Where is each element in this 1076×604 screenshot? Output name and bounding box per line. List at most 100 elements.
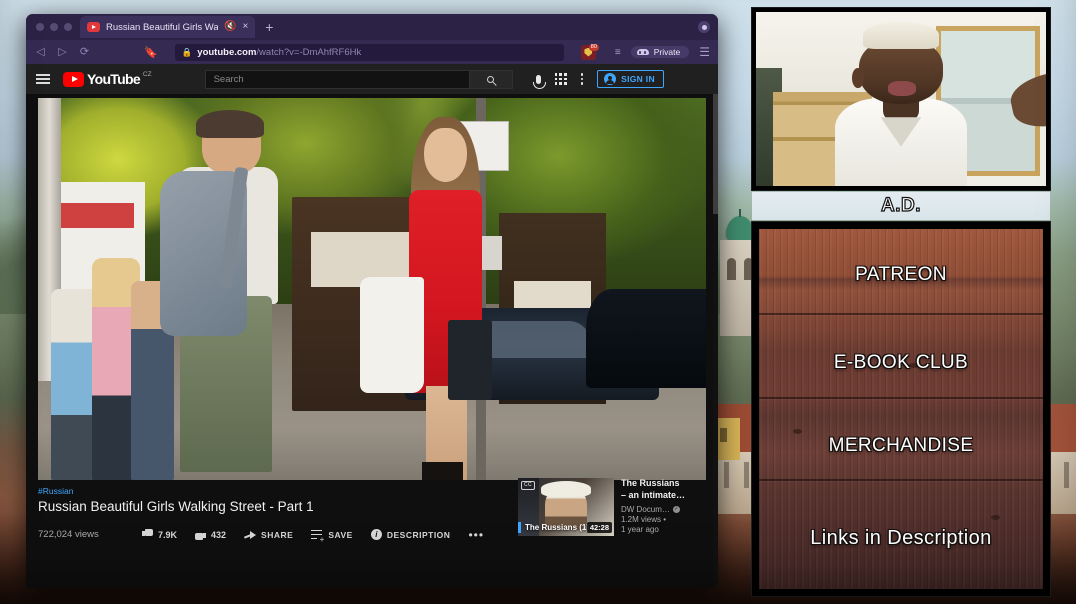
- youtube-wordmark: YouTube: [87, 70, 141, 87]
- suggested-thumbnail[interactable]: CC The Russians (1) 42:28: [518, 478, 614, 536]
- suggested-caption-text: The Russians (1): [525, 523, 590, 532]
- video-action-row: 722,024 views 7.9K 432 SHARE + SAVE i DE…: [38, 529, 498, 544]
- youtube-play-icon: [63, 71, 84, 87]
- links-panel-rows: PATREON E-BOOK CLUB MERCHANDISE Links in…: [759, 229, 1043, 589]
- address-bar-url: youtube.com/watch?v=-DmAhfRF6Hk: [197, 47, 361, 58]
- suggested-view-count: 1.2M views •: [621, 515, 667, 524]
- country-code-label: CZ: [142, 70, 152, 78]
- extension-badge-count: 80: [588, 43, 599, 51]
- forward-button[interactable]: ▷: [56, 46, 69, 58]
- thumbs-down-icon: [195, 529, 207, 540]
- mask-icon: [636, 49, 649, 55]
- share-icon: [244, 529, 257, 540]
- kebab-menu-icon[interactable]: [580, 73, 584, 85]
- hamburger-icon[interactable]: [36, 74, 50, 84]
- description-label: DESCRIPTION: [386, 529, 451, 540]
- speaker-initials: A.D.: [880, 194, 921, 216]
- video-woman-in-red-dress: [359, 117, 499, 480]
- merchandise-label: MERCHANDISE: [828, 435, 974, 456]
- suggested-video-item[interactable]: CC The Russians (1) 42:28 The Russians –…: [518, 478, 708, 536]
- tab-title: Russian Beautiful Girls Walk: [106, 21, 218, 33]
- church-dome-icon: [726, 216, 754, 242]
- maximize-window-button[interactable]: [64, 23, 72, 31]
- suggested-duration: 42:28: [586, 522, 612, 533]
- tab-strip-options-button[interactable]: [698, 21, 710, 33]
- close-window-button[interactable]: [36, 23, 44, 31]
- screen-capture: Russian Beautiful Girls Walk 🔇 × + ◁ ▷ ⟳…: [0, 0, 1076, 604]
- search-bar[interactable]: [204, 69, 513, 89]
- sign-in-label: SIGN IN: [621, 74, 655, 84]
- ebook-club-link[interactable]: E-BOOK CLUB: [759, 321, 1043, 405]
- apps-grid-icon[interactable]: [554, 73, 567, 85]
- suggested-channel[interactable]: DW Docum… ✓: [621, 505, 685, 514]
- save-button[interactable]: SAVE: [311, 529, 353, 544]
- youtube-header-right: SIGN IN: [532, 70, 664, 89]
- lock-icon: 🔒: [181, 46, 193, 57]
- like-count: 7.9K: [158, 529, 178, 540]
- video-hashtag[interactable]: #Russian: [38, 486, 498, 496]
- video-title: Russian Beautiful Girls Walking Street -…: [38, 499, 314, 514]
- new-tab-button[interactable]: +: [265, 20, 273, 34]
- extension-shield-icon[interactable]: 80: [580, 43, 599, 60]
- browser-menu-icon[interactable]: ☰: [699, 46, 710, 58]
- suggested-thumbnail-caption: The Russians (1): [518, 522, 589, 533]
- suggested-title-line-2: – an intimate…: [621, 489, 686, 500]
- search-icon: [487, 75, 495, 83]
- page-scrollbar[interactable]: [713, 94, 718, 588]
- youtube-favicon-icon: [87, 22, 100, 32]
- verified-badge-icon: ✓: [672, 506, 680, 513]
- browser-tab-strip: Russian Beautiful Girls Walk 🔇 × +: [26, 14, 718, 40]
- private-mode-indicator[interactable]: Private: [630, 46, 690, 58]
- dislike-count: 432: [211, 529, 227, 540]
- browser-tab-active[interactable]: Russian Beautiful Girls Walk 🔇 ×: [80, 16, 256, 38]
- share-button[interactable]: SHARE: [244, 529, 293, 540]
- suggested-title-line-1: The Russians: [621, 478, 680, 488]
- nav-bar-right-controls: ≡ Private ☰: [615, 46, 710, 58]
- patreon-link[interactable]: PATREON: [759, 229, 1043, 321]
- sign-in-button[interactable]: SIGN IN: [597, 70, 664, 88]
- search-input[interactable]: [204, 69, 469, 89]
- share-label: SHARE: [261, 529, 294, 540]
- video-meta: #Russian Russian Beautiful Girls Walking…: [38, 486, 498, 544]
- minimize-window-button[interactable]: [50, 23, 58, 31]
- browser-nav-bar: ◁ ▷ ⟳ 🔖 🔒 youtube.com/watch?v=-DmAhfRF6H…: [26, 40, 718, 64]
- youtube-header: YouTube CZ SIGN IN: [26, 64, 718, 94]
- youtube-logo[interactable]: YouTube CZ: [63, 70, 152, 87]
- links-in-description-label: Links in Description: [810, 526, 992, 549]
- speaker-mute-icon[interactable]: 🔇: [224, 22, 236, 32]
- suggested-video-info: The Russians – an intimate… DW Docum… ✓ …: [621, 478, 685, 536]
- save-playlist-icon: [311, 529, 324, 544]
- merchandise-link[interactable]: MERCHANDISE: [759, 405, 1043, 487]
- video-player[interactable]: [38, 98, 706, 480]
- more-actions-button[interactable]: •••: [468, 529, 484, 541]
- private-label: Private: [653, 47, 681, 57]
- ebook-club-label: E-BOOK CLUB: [833, 352, 969, 373]
- avatar-icon: [604, 73, 617, 85]
- save-label: SAVE: [328, 529, 353, 540]
- microphone-icon[interactable]: [532, 74, 546, 89]
- webcam-video-overlay: [752, 8, 1050, 190]
- video-car-2: [585, 289, 706, 389]
- url-domain: youtube.com: [197, 46, 257, 58]
- info-icon: i: [370, 529, 382, 540]
- video-frame-street-scene: [38, 98, 706, 480]
- youtube-page: YouTube CZ SIGN IN: [26, 64, 718, 588]
- reload-button[interactable]: ⟳: [78, 46, 91, 58]
- search-button[interactable]: [468, 69, 513, 89]
- back-button[interactable]: ◁: [34, 46, 47, 58]
- dislike-button[interactable]: 432: [195, 529, 226, 540]
- suggested-channel-name: DW Docum…: [621, 505, 670, 514]
- view-count: 722,024 views: [38, 529, 99, 540]
- reading-list-icon[interactable]: ≡: [615, 47, 621, 58]
- links-panel: PATREON E-BOOK CLUB MERCHANDISE Links in…: [752, 222, 1050, 596]
- window-controls[interactable]: [32, 23, 80, 31]
- address-bar[interactable]: 🔒 youtube.com/watch?v=-DmAhfRF6Hk: [174, 43, 564, 61]
- bookmark-icon[interactable]: 🔖: [144, 46, 158, 59]
- webcam-speaker: [834, 22, 968, 186]
- tab-close-icon[interactable]: ×: [242, 22, 248, 32]
- description-button[interactable]: i DESCRIPTION: [370, 529, 451, 540]
- closed-captions-badge: CC: [521, 481, 536, 490]
- url-path: /watch?v=-DmAhfRF6Hk: [256, 46, 362, 58]
- browser-window: Russian Beautiful Girls Walk 🔇 × + ◁ ▷ ⟳…: [26, 14, 718, 588]
- like-button[interactable]: 7.9K: [142, 529, 177, 540]
